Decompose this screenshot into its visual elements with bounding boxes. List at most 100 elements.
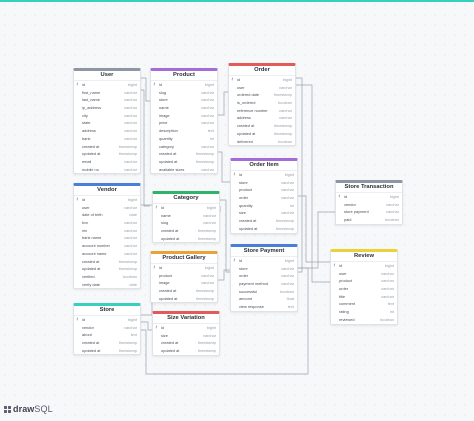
field-row[interactable]: name varchar xyxy=(151,104,217,112)
field-row[interactable]: user varchar xyxy=(74,204,140,212)
field-row[interactable]: created at timestamp xyxy=(74,339,140,347)
field-row[interactable]: order varchar xyxy=(231,272,297,280)
table-product-gallery[interactable]: Product Gallery ⚷ id bigint product varchar im… xyxy=(150,251,218,304)
field-row[interactable]: created at timestamp xyxy=(229,122,295,130)
field-row[interactable]: first_name varchar xyxy=(74,89,140,97)
field-row[interactable]: mobile no varchar xyxy=(74,166,140,174)
field-row[interactable]: about text xyxy=(74,331,140,339)
field-row[interactable]: ⚷ id bigint xyxy=(153,204,219,212)
field-row[interactable]: ⚷ id bigint xyxy=(151,81,217,89)
field-row[interactable]: quantity int xyxy=(231,202,297,210)
table-order-item[interactable]: Order Item ⚷ id bigint store varchar product va… xyxy=(230,158,298,234)
field-row[interactable]: price varchar xyxy=(151,119,217,127)
field-row[interactable]: order varchar xyxy=(231,194,297,202)
field-row[interactable]: address varchar xyxy=(229,114,295,122)
table-store[interactable]: Store ⚷ id bigint vendor varchar about text crea… xyxy=(73,303,141,356)
field-row[interactable]: slug varchar xyxy=(153,219,219,227)
table-user[interactable]: User ⚷ id bigint first_name varchar last_name v… xyxy=(73,68,141,175)
field-row[interactable]: verified boolean xyxy=(74,273,140,281)
field-row[interactable]: store varchar xyxy=(231,265,297,273)
field-row[interactable]: amount float xyxy=(231,295,297,303)
field-row[interactable]: account number varchar xyxy=(74,242,140,250)
field-row[interactable]: size varchar xyxy=(153,332,219,340)
field-row[interactable]: ip_address varchar xyxy=(74,104,140,112)
field-row[interactable]: city varchar xyxy=(74,112,140,120)
table-review[interactable]: Review ⚷ id bigint user varchar product varchar… xyxy=(330,249,398,325)
field-row[interactable]: bank varchar xyxy=(74,135,140,143)
field-row[interactable]: user varchar xyxy=(331,270,397,278)
field-row[interactable]: paid boolean xyxy=(336,216,402,224)
field-row[interactable]: created at timestamp xyxy=(151,287,217,295)
field-row[interactable]: store varchar xyxy=(151,96,217,104)
field-row[interactable]: nin varchar xyxy=(74,227,140,235)
table-store-transaction[interactable]: Store Transaction ⚷ id bigint vendor varchar s… xyxy=(335,180,403,225)
field-row[interactable]: email varchar xyxy=(74,158,140,166)
field-row[interactable]: vendor varchar xyxy=(74,324,140,332)
field-row[interactable]: ⚷ id bigint xyxy=(331,262,397,270)
field-row[interactable]: created at timestamp xyxy=(151,150,217,158)
field-row[interactable]: state varchar xyxy=(74,119,140,127)
field-row[interactable]: successful boolean xyxy=(231,288,297,296)
field-row[interactable]: bank name varchar xyxy=(74,234,140,242)
field-row[interactable]: ⚷ id bigint xyxy=(153,324,219,332)
field-row[interactable]: ⚷ id bigint xyxy=(231,171,297,179)
field-row[interactable]: ⚷ id bigint xyxy=(74,196,140,204)
field-row[interactable]: name varchar xyxy=(153,212,219,220)
field-row[interactable]: created at timestamp xyxy=(74,143,140,151)
field-row[interactable]: updated at timestamp xyxy=(229,130,295,138)
field-row[interactable]: ordered date timestamp xyxy=(229,91,295,99)
field-row[interactable]: account name varchar xyxy=(74,250,140,258)
field-row[interactable]: title varchar xyxy=(331,293,397,301)
field-row[interactable]: created at timestamp xyxy=(153,227,219,235)
field-row[interactable]: updated at timestamp xyxy=(153,235,219,243)
field-row[interactable]: reference number varchar xyxy=(229,107,295,115)
field-row[interactable]: ⚷ id bigint xyxy=(231,257,297,265)
field-row[interactable]: date of birth date xyxy=(74,211,140,219)
field-row[interactable]: bvn varchar xyxy=(74,219,140,227)
field-row[interactable]: view response text xyxy=(231,303,297,311)
table-size-variation[interactable]: Size Variation ⚷ id bigint size varchar create… xyxy=(152,311,220,356)
field-row[interactable]: ⚷ id bigint xyxy=(229,76,295,84)
field-row[interactable]: updated at timestamp xyxy=(231,225,297,233)
field-row[interactable]: category varchar xyxy=(151,143,217,151)
field-row[interactable]: last_name varchar xyxy=(74,96,140,104)
field-row[interactable]: updated at timestamp xyxy=(74,265,140,273)
field-row[interactable]: updated at timestamp xyxy=(74,347,140,355)
field-row[interactable]: address varchar xyxy=(74,127,140,135)
field-row[interactable]: updated at timestamp xyxy=(151,158,217,166)
field-row[interactable]: store payment varchar xyxy=(336,208,402,216)
field-row[interactable]: product varchar xyxy=(231,186,297,194)
field-row[interactable]: ⚷ id bigint xyxy=(151,264,217,272)
field-row[interactable]: created at timestamp xyxy=(231,217,297,225)
field-row[interactable]: rating int xyxy=(331,308,397,316)
field-row[interactable]: is_ordered boolean xyxy=(229,99,295,107)
table-product[interactable]: Product ⚷ id bigint slug varchar store varchar n… xyxy=(150,68,218,175)
field-row[interactable]: quantity int xyxy=(151,135,217,143)
field-row[interactable]: ⚷ id bigint xyxy=(336,193,402,201)
field-row[interactable]: slug varchar xyxy=(151,89,217,97)
field-row[interactable]: reviewed boolean xyxy=(331,316,397,324)
field-row[interactable]: store varchar xyxy=(231,179,297,187)
field-row[interactable]: updated at timestamp xyxy=(74,150,140,158)
field-row[interactable]: updated at timestamp xyxy=(151,295,217,303)
table-store-payment[interactable]: Store Payment ⚷ id bigint store varchar order v… xyxy=(230,244,298,312)
field-row[interactable]: ⚷ id bigint xyxy=(74,81,140,89)
field-row[interactable]: updated at timestamp xyxy=(153,347,219,355)
field-row[interactable]: ⚷ id bigint xyxy=(74,316,140,324)
field-row[interactable]: delivered boolean xyxy=(229,138,295,146)
table-order[interactable]: Order ⚷ id bigint user varchar ordered date tim… xyxy=(228,63,296,147)
table-category[interactable]: Category ⚷ id bigint name varchar slug varchar c… xyxy=(152,191,220,244)
field-row[interactable]: payment method varchar xyxy=(231,280,297,288)
field-row[interactable]: image varchar xyxy=(151,279,217,287)
drawsql-logo[interactable]: drawSQL xyxy=(4,403,53,415)
field-row[interactable]: created at timestamp xyxy=(153,339,219,347)
field-row[interactable]: product varchar xyxy=(331,277,397,285)
field-row[interactable]: size varchar xyxy=(231,209,297,217)
field-row[interactable]: product varchar xyxy=(151,272,217,280)
table-vendor[interactable]: Vendor ⚷ id bigint user varchar date of birth d… xyxy=(73,183,141,290)
field-row[interactable]: vendor varchar xyxy=(336,201,402,209)
field-row[interactable]: comment text xyxy=(331,300,397,308)
field-row[interactable]: user varchar xyxy=(229,84,295,92)
field-row[interactable]: verify date date xyxy=(74,281,140,289)
field-row[interactable]: created at timestamp xyxy=(74,258,140,266)
